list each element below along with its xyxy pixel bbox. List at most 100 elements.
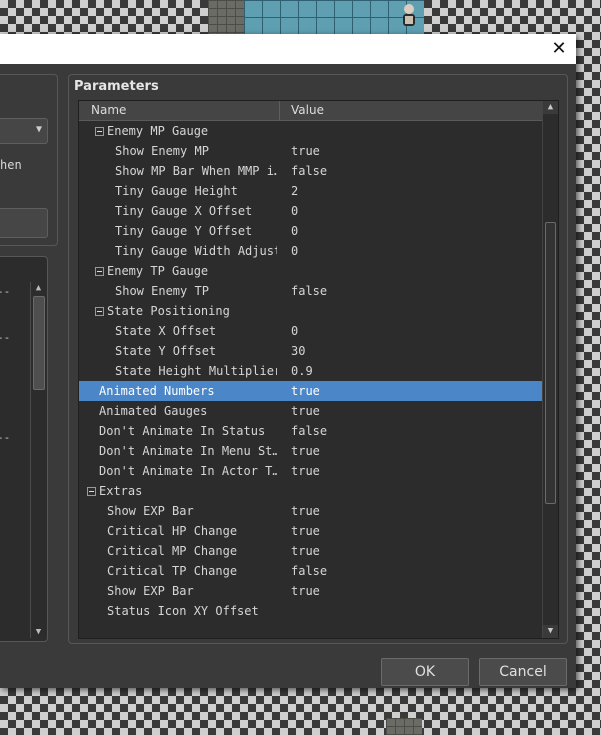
row-value[interactable]: true	[291, 461, 320, 481]
table-row[interactable]: Tiny Gauge Height 2	[79, 181, 542, 201]
row-value[interactable]: 0	[291, 221, 298, 241]
map-tiles-bottom	[386, 718, 422, 735]
row-value[interactable]: true	[291, 381, 320, 401]
parameters-group: Parameters Name Value Enemy MP Gauge Show…	[68, 74, 568, 644]
table-scrollbar[interactable]: ▲ ▼	[542, 101, 558, 638]
table-header: Name Value	[79, 101, 542, 121]
scrollbar-track[interactable]	[543, 114, 558, 625]
row-name: Show MP Bar When MMP i…	[115, 164, 277, 178]
row-value[interactable]: true	[291, 521, 320, 541]
stone-wall-tile	[208, 0, 244, 34]
row-value[interactable]: 0.9	[291, 361, 313, 381]
table-row[interactable]: Show Enemy MP true	[79, 141, 542, 161]
left-partial-label: hen	[0, 158, 22, 172]
parameters-table[interactable]: Name Value Enemy MP Gauge Show Enemy MP tr…	[78, 100, 559, 639]
row-name: Don't Animate In Menu St…	[99, 444, 277, 458]
scroll-down-arrow-icon[interactable]: ▼	[31, 626, 46, 638]
row-value[interactable]: true	[291, 541, 320, 561]
table-row[interactable]: Status Icon XY Offset	[79, 601, 542, 621]
scroll-down-arrow-icon[interactable]: ▼	[543, 625, 558, 638]
row-name: Animated Numbers	[99, 384, 215, 398]
row-name: Extras	[99, 484, 143, 498]
row-value[interactable]: 0	[291, 201, 298, 221]
left-list-scrollbar[interactable]: ▲ ▼	[30, 282, 46, 638]
row-value[interactable]: true	[291, 401, 320, 421]
table-row[interactable]: Enemy TP Gauge	[79, 261, 542, 281]
column-divider[interactable]	[279, 101, 280, 120]
plugin-parameters-dialog: ✕ ▼ hen -- -- -- ▲ ▼ Parameters Name Val…	[0, 34, 576, 688]
map-tiles-top	[208, 0, 424, 34]
table-row[interactable]: Tiny Gauge Width Adjust 0	[79, 241, 542, 261]
table-row[interactable]: State Y Offset 30	[79, 341, 542, 361]
collapse-toggle-icon[interactable]	[95, 127, 104, 136]
row-value[interactable]: false	[291, 561, 327, 581]
row-value[interactable]: false	[291, 161, 327, 181]
table-row[interactable]: Show EXP Bar true	[79, 501, 542, 521]
table-row[interactable]: Critical MP Change true	[79, 541, 542, 561]
scroll-up-arrow-icon[interactable]: ▲	[543, 101, 558, 114]
left-list-item[interactable]: --	[0, 285, 10, 298]
row-name: State Positioning	[107, 304, 230, 318]
table-row[interactable]: Animated Gauges true	[79, 401, 542, 421]
dialog-titlebar: ✕	[0, 34, 576, 64]
table-row[interactable]: Tiny Gauge Y Offset 0	[79, 221, 542, 241]
column-header-name[interactable]: Name	[91, 101, 126, 120]
table-row[interactable]: Animated Numbers true	[79, 381, 542, 401]
scrollbar-thumb[interactable]	[545, 222, 556, 504]
table-row[interactable]: State Height Multiplier 0.9	[79, 361, 542, 381]
chevron-down-icon: ▼	[35, 124, 42, 135]
table-row[interactable]: Don't Animate In Actor T… true	[79, 461, 542, 481]
parameters-title: Parameters	[74, 79, 159, 94]
collapse-toggle-icon[interactable]	[95, 267, 104, 276]
row-value[interactable]: 2	[291, 181, 298, 201]
left-list-item[interactable]: --	[0, 431, 10, 444]
table-row[interactable]: Show Enemy TP false	[79, 281, 542, 301]
row-value[interactable]: true	[291, 141, 320, 161]
row-name: Enemy MP Gauge	[107, 124, 209, 138]
row-name: Critical TP Change	[107, 564, 238, 578]
table-row[interactable]: Enemy MP Gauge	[79, 121, 542, 141]
row-value[interactable]: 0	[291, 321, 298, 341]
row-value[interactable]: 0	[291, 241, 298, 261]
collapse-toggle-icon[interactable]	[95, 307, 104, 316]
row-name: Show Enemy TP	[115, 284, 209, 298]
table-row[interactable]: Critical HP Change true	[79, 521, 542, 541]
cancel-button[interactable]: Cancel	[479, 658, 567, 686]
row-value[interactable]: true	[291, 501, 320, 521]
table-row[interactable]: Show EXP Bar true	[79, 581, 542, 601]
row-name: Critical MP Change	[107, 544, 238, 558]
row-name: Tiny Gauge Width Adjust	[115, 244, 277, 258]
row-name: Critical HP Change	[107, 524, 238, 538]
scroll-up-arrow-icon[interactable]: ▲	[31, 282, 46, 294]
row-name: Don't Animate In Actor T…	[99, 464, 277, 478]
row-name: State Y Offset	[115, 344, 217, 358]
table-row[interactable]: Don't Animate In Status false	[79, 421, 542, 441]
row-name: Animated Gauges	[99, 404, 208, 418]
table-row[interactable]: Don't Animate In Menu St… true	[79, 441, 542, 461]
left-dropdown[interactable]: ▼	[0, 118, 48, 144]
table-row[interactable]: State Positioning	[79, 301, 542, 321]
table-row[interactable]: Show MP Bar When MMP i… false	[79, 161, 542, 181]
row-value[interactable]: false	[291, 421, 327, 441]
left-text-field[interactable]	[0, 208, 48, 238]
table-row[interactable]: Tiny Gauge X Offset 0	[79, 201, 542, 221]
row-name: Tiny Gauge Y Offset	[115, 224, 253, 238]
collapse-toggle-icon[interactable]	[87, 487, 96, 496]
row-name: Tiny Gauge X Offset	[115, 204, 253, 218]
row-name: Show EXP Bar	[107, 584, 194, 598]
row-value[interactable]: true	[291, 581, 320, 601]
table-row[interactable]: Extras	[79, 481, 542, 501]
table-row[interactable]: Critical TP Change false	[79, 561, 542, 581]
row-value[interactable]: 30	[291, 341, 305, 361]
row-value[interactable]: true	[291, 441, 320, 461]
scrollbar-thumb[interactable]	[33, 296, 45, 390]
column-header-value[interactable]: Value	[291, 101, 324, 120]
table-row[interactable]: State X Offset 0	[79, 321, 542, 341]
character-sprite-icon	[403, 4, 415, 26]
left-list-item[interactable]: --	[0, 331, 10, 344]
ok-button[interactable]: OK	[381, 658, 469, 686]
close-button[interactable]: ✕	[548, 38, 570, 60]
row-name: Don't Animate In Status	[99, 424, 266, 438]
row-name: Tiny Gauge Height	[115, 184, 238, 198]
row-value[interactable]: false	[291, 281, 327, 301]
